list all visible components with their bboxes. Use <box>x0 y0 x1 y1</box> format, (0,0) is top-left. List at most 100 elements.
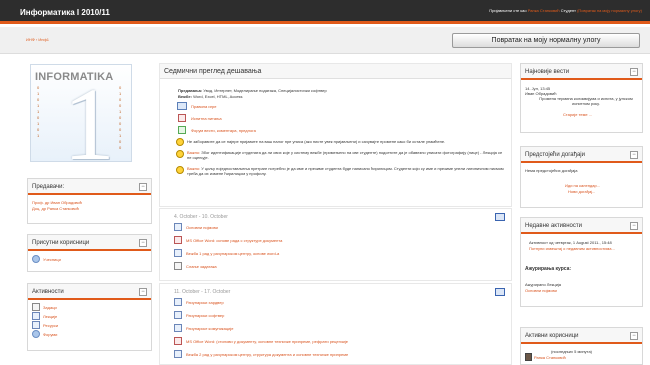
week-highlight-icon[interactable] <box>495 213 505 221</box>
teacher-name[interactable]: Проф. др Иван Обрадовић <box>32 200 82 205</box>
week-title: 11. October - 17. October <box>174 289 231 295</box>
collapse-icon[interactable]: − <box>630 151 638 159</box>
exam-questions-link[interactable]: Испитна питања <box>191 116 222 121</box>
avatar <box>525 353 532 361</box>
activity-resources-link[interactable]: Ресурси <box>43 323 58 328</box>
forum-icon <box>32 330 40 338</box>
collapse-icon[interactable]: − <box>139 239 147 247</box>
upcoming-events-block: Предстојећи догађаји − Нема предстојећих… <box>520 146 643 208</box>
upcoming-events-title: Предстојећи догађаји <box>525 152 585 158</box>
activity-forums-link[interactable]: Форуми <box>43 332 57 337</box>
week-resource-link[interactable]: Вежба 2 рад у рачунарском центру, структ… <box>186 352 348 357</box>
rules-link[interactable]: Правила игре <box>191 104 217 109</box>
collapse-icon[interactable]: − <box>630 332 638 340</box>
participants-link[interactable]: Учесници <box>43 257 61 262</box>
top-header: Информатика I 2010/11 Пријављени сте као… <box>0 0 650 24</box>
smiley-icon <box>176 150 184 158</box>
upcoming-events-header: Предстојећи догађаји − <box>521 147 642 163</box>
topics-label: Предавања: <box>178 88 203 93</box>
active-users-period: (последњих 5 минута) <box>551 349 592 354</box>
week-highlight-icon[interactable] <box>495 288 505 296</box>
pdf-icon <box>178 114 186 122</box>
week-section: 11. October - 17. October Рачунарски хар… <box>159 283 512 365</box>
week-resource-link[interactable]: MS Office Word: (стилови у документу, ос… <box>186 339 348 344</box>
logo-bits-left: 0 1 0 1 1 0 1 0 1 <box>37 85 40 138</box>
notice-photo-text: Због идентификације студената да ли свих… <box>187 150 503 160</box>
teachers-title: Предавачи: <box>32 184 65 190</box>
exercises-label: Вежбе: <box>178 94 192 99</box>
course-title: Информатика I 2010/11 <box>20 8 110 17</box>
document-icon <box>174 249 182 257</box>
document-icon <box>174 324 182 332</box>
topics-line: Предавања: Увод, Интернет, Моделирање по… <box>178 88 327 93</box>
active-users-block: Активни корисници − (последњих 5 минута)… <box>520 327 643 365</box>
new-event-link[interactable]: Нови догађај... <box>568 189 595 194</box>
online-users-block: Присутни корисници − Учесници <box>27 234 152 272</box>
document-icon <box>174 311 182 319</box>
breadcrumb[interactable]: ИНФ › Инф1 <box>26 37 49 42</box>
forum-icon <box>178 126 186 134</box>
document-icon <box>174 298 182 306</box>
activity-lessons-link[interactable]: Лекције <box>43 314 57 319</box>
return-role-button[interactable]: Повратак на моју нормалну улогу <box>452 33 640 48</box>
course-updates-label: Ажурирања курса: <box>525 266 572 272</box>
document-icon <box>177 102 187 110</box>
older-topics-link[interactable]: Старије теме ... <box>563 112 592 117</box>
logo-digit: 1 <box>63 67 115 162</box>
course-logo: 1 INFORMATIKA 0 1 0 1 1 0 1 0 1 0 1 0 0 … <box>30 64 132 162</box>
teachers-block: Предавачи: − Проф. др Иван Обрадовић Доц… <box>27 178 152 224</box>
document-icon <box>174 223 182 231</box>
latest-news-header: Најновије вести − <box>521 64 642 80</box>
latest-news-block: Најновије вести − 14. Јул, 13:45 Иван Об… <box>520 63 643 133</box>
resource-icon <box>32 321 40 329</box>
collapse-icon[interactable]: − <box>139 288 147 296</box>
pdf-icon <box>174 337 182 345</box>
notice-photo: Важно: Због идентификације студената да … <box>187 150 505 160</box>
teachers-block-header: Предавачи: − <box>28 179 151 195</box>
week-resource-link[interactable]: Рачунарске комуникације <box>186 326 234 331</box>
recent-activity-block: Недавне активности − Активност од четврт… <box>520 217 643 307</box>
activities-header: Активности − <box>28 284 151 300</box>
activity-assignments-link[interactable]: Задаци <box>43 305 57 310</box>
active-user-link[interactable]: Ранка Станковић <box>534 355 566 360</box>
week-resource-link[interactable]: Вежба 1 рад у рачунарском центру, основе… <box>186 251 279 256</box>
collapse-icon[interactable]: − <box>139 183 147 191</box>
weekly-outline-section: Седмични преглед дешавања Предавања: Уво… <box>159 63 512 207</box>
return-role-link[interactable]: (Повратак на моју нормалну улогу) <box>577 8 642 13</box>
go-to-calendar-link[interactable]: Иди на календар... <box>565 183 600 188</box>
full-report-link[interactable]: Потпуни извештај о недавним активностима… <box>529 246 615 251</box>
pdf-icon <box>174 236 182 244</box>
week-title: 4. October - 10. October <box>174 214 228 220</box>
week-resource-link[interactable]: MS Office Word: основе рада с структуре … <box>186 238 282 243</box>
login-role: Студент <box>560 8 576 13</box>
logo-word: INFORMATIKA <box>35 71 114 83</box>
notice-cyrillic-text: У циљу поједностављења претраге потребно… <box>187 166 504 176</box>
collapse-icon[interactable]: − <box>630 68 638 76</box>
recent-activity-title: Недавне активности <box>525 223 582 229</box>
exercises-line: Вежбе: Word, Excel, HTML, Access <box>178 94 243 99</box>
assignment-icon <box>32 303 40 311</box>
latest-news-title: Најновије вести <box>525 69 570 75</box>
week-resource-link[interactable]: Основни појмови <box>186 225 218 230</box>
smiley-icon <box>176 166 184 174</box>
no-events-text: Нема предстојећих догађаја <box>525 168 578 173</box>
recent-activity-header: Недавне активности − <box>521 218 642 234</box>
weekly-outline-header: Седмични преглед дешавања <box>160 64 511 79</box>
news-text[interactable]: Промена термина колоквијума и испита, у … <box>533 96 639 106</box>
online-users-title: Присутни корисници <box>32 240 90 246</box>
active-users-header: Активни корисници − <box>521 328 642 344</box>
week-resource-link[interactable]: Рачунарски хардвер <box>186 300 224 305</box>
notice-cyrillic: Важно: У циљу поједностављења претраге п… <box>187 166 505 176</box>
collapse-icon[interactable]: − <box>630 222 638 230</box>
teacher-name[interactable]: Доц. др Ранка Станковић <box>32 206 79 211</box>
login-user-link[interactable]: Ранка Станковић <box>528 8 560 13</box>
week-resource-link[interactable]: Слање задатака <box>186 264 217 269</box>
login-info: Пријављени сте као Ранка Станковић Студе… <box>489 8 642 13</box>
news-forum-link[interactable]: Форум вести, коментара, предлога <box>191 128 256 133</box>
online-users-header: Присутни корисници − <box>28 235 151 251</box>
activities-block: Активности − Задаци Лекције Ресурси Фору… <box>27 283 152 351</box>
updated-item-link[interactable]: Основни појмови <box>525 288 557 293</box>
topics-text: Увод, Интернет, Моделирање података, Спе… <box>203 88 327 93</box>
week-resource-link[interactable]: Рачунарски софтвер <box>186 313 224 318</box>
exercises-text: Word, Excel, HTML, Access <box>193 94 243 99</box>
